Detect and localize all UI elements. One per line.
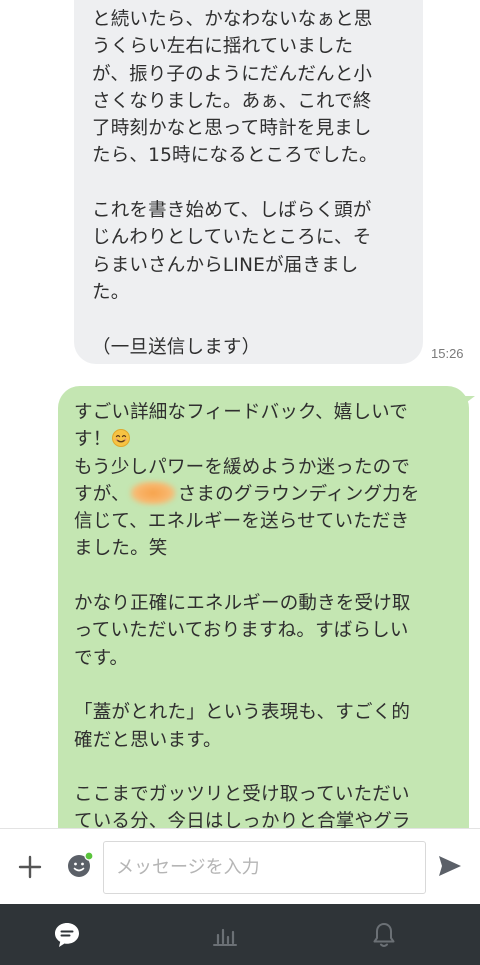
bottom-navigation bbox=[0, 904, 480, 965]
redacted-name bbox=[129, 480, 176, 505]
emoji-icon[interactable] bbox=[66, 851, 94, 879]
message-timestamp: 15:26 bbox=[431, 346, 464, 361]
message-input[interactable] bbox=[103, 841, 426, 894]
smiling-face-emoji bbox=[112, 429, 131, 448]
incoming-message-bubble[interactable]: と続いたら、かなわないなぁと思 うくらい左右に揺れていました が、振り子のように… bbox=[74, 0, 423, 364]
plus-icon[interactable] bbox=[16, 853, 44, 881]
chat-icon[interactable] bbox=[52, 920, 82, 950]
outgoing-message-bubble[interactable]: すごい詳細なフィードバック、嬉しいで す！ もう少しパワーを緩めようか迷ったので… bbox=[58, 386, 469, 828]
bell-icon[interactable] bbox=[369, 920, 399, 950]
incoming-message-text: と続いたら、かなわないなぁと思 うくらい左右に揺れていました が、振り子のように… bbox=[92, 9, 378, 358]
outgoing-message-text-3: さまのグラウンディング力を 信じて、エネルギーを送らせていただき ました。笑 か… bbox=[74, 483, 420, 828]
chart-icon[interactable] bbox=[210, 920, 240, 950]
message-input-bar bbox=[0, 828, 480, 904]
chat-area[interactable]: と続いたら、かなわないなぁと思 うくらい左右に揺れていました が、振り子のように… bbox=[0, 0, 480, 828]
send-icon[interactable] bbox=[437, 853, 463, 879]
